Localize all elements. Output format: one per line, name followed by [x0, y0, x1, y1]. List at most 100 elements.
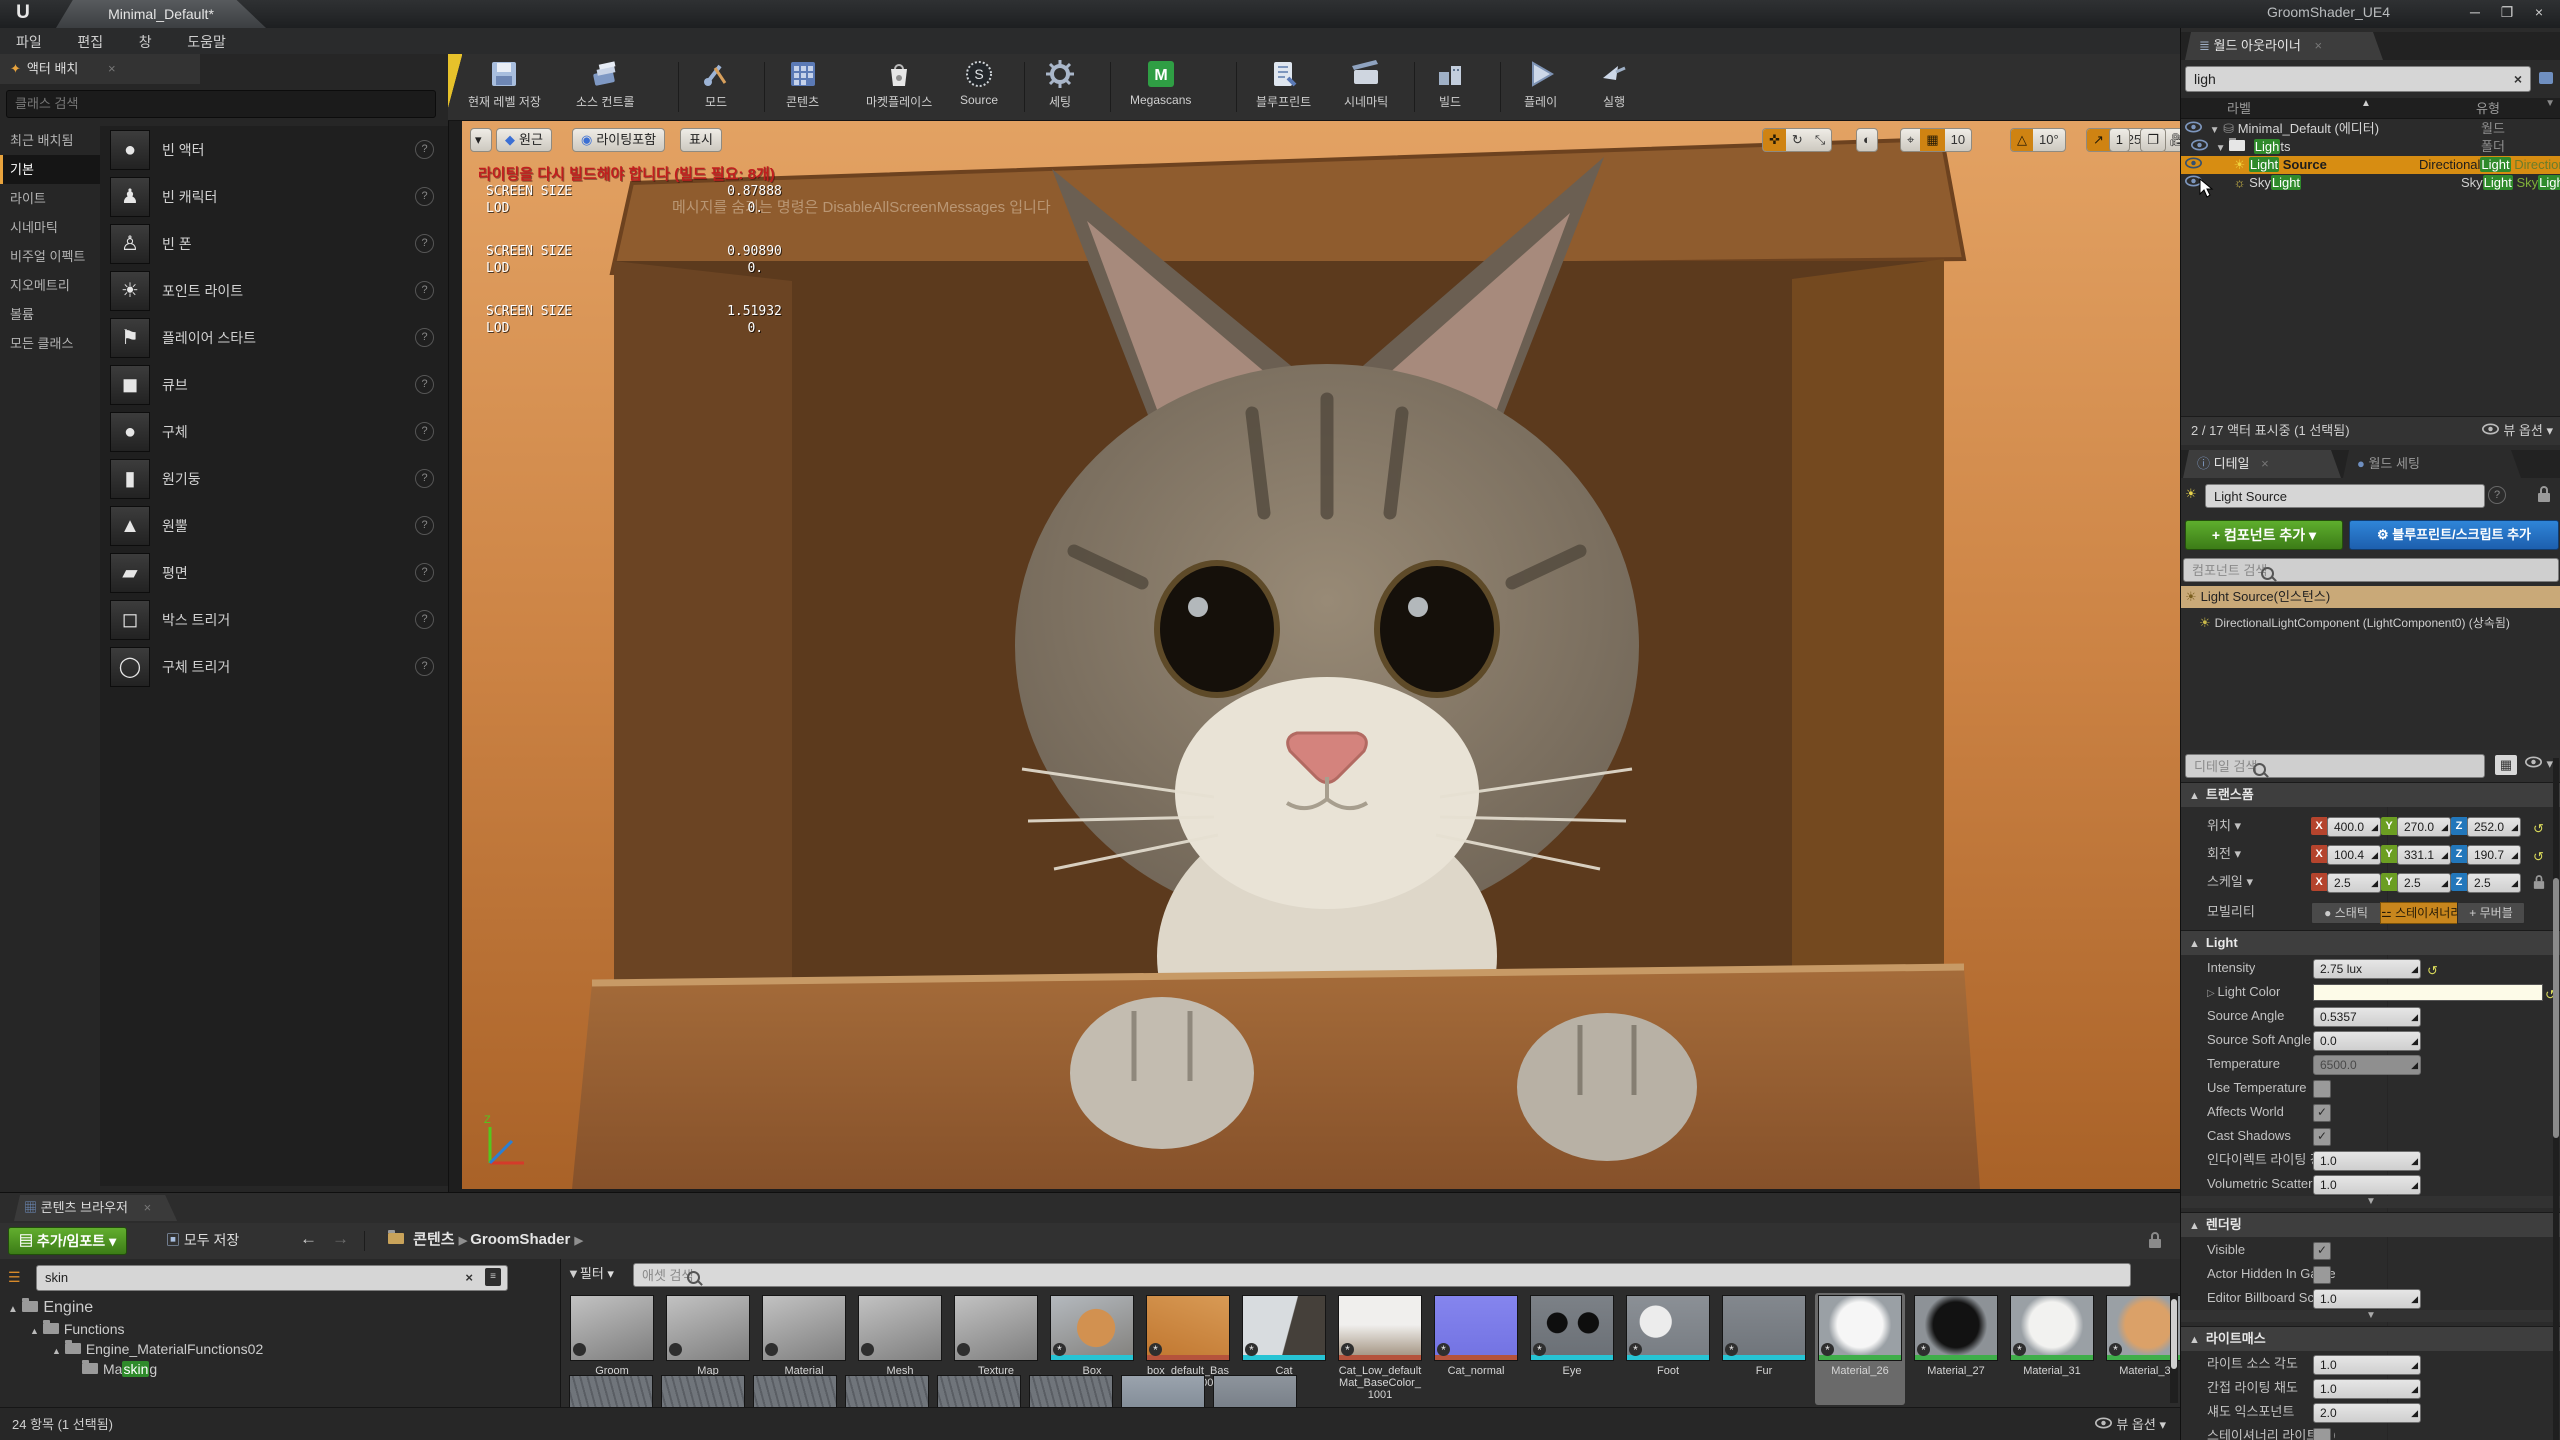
class-search-input[interactable]: 클래스 검색 — [6, 90, 436, 118]
actor-list-item[interactable]: ▰ 평면 ? — [100, 549, 448, 596]
cinematics-button[interactable]: 시네마틱 — [1344, 58, 1388, 110]
megascans-button[interactable]: M Megascans — [1130, 58, 1191, 107]
close-tab-icon[interactable]: × — [144, 1200, 152, 1215]
cast-shadows-checkbox[interactable]: ✓ — [2313, 1128, 2331, 1146]
sources-toggle-icon[interactable]: ☰ — [8, 1269, 21, 1286]
intensity-input[interactable]: 2.75 lux◢ — [2313, 959, 2421, 979]
actor-list-item[interactable]: ◻ 박스 트리거 ? — [100, 596, 448, 643]
outliner-view-options[interactable]: 뷰 옵션 ▾ — [2478, 417, 2553, 445]
settings-button[interactable]: 세팅 — [1044, 58, 1076, 110]
modes-button[interactable]: 모드 — [700, 58, 732, 110]
menu-window[interactable]: 창 — [123, 28, 168, 56]
outliner-row-skylight[interactable]: ☼ SkyLight SkyLight SkyLight — [2181, 174, 2560, 192]
visible-checkbox[interactable]: ✓ — [2313, 1242, 2331, 1260]
close-tab-icon[interactable]: × — [2314, 38, 2322, 53]
actor-list-item[interactable]: ● 빈 액터 ? — [100, 126, 448, 173]
shadow-exponent-input[interactable]: 2.0◢ — [2313, 1403, 2421, 1423]
marketplace-button[interactable]: 마켓플레이스 — [866, 58, 932, 110]
rotation-y-input[interactable]: 331.1◢ — [2397, 845, 2451, 865]
angle-snap-value[interactable]: 10° — [2033, 129, 2065, 151]
actor-category[interactable]: 모든 클래스 — [0, 329, 100, 358]
location-label[interactable]: 위치 ▾ — [2207, 814, 2241, 838]
breadcrumb-root[interactable]: 콘텐츠 — [413, 1231, 454, 1248]
asset-thumbnail-partial[interactable] — [1213, 1375, 1297, 1407]
filters-button[interactable]: ▼필터 ▾ — [567, 1263, 614, 1287]
help-icon[interactable]: ? — [2488, 486, 2506, 504]
breadcrumb-folder[interactable]: GroomShader — [470, 1231, 570, 1248]
outliner-row-light-source[interactable]: ☀ Light Source DirectionalLight Directio… — [2181, 156, 2560, 174]
scale-x-input[interactable]: 2.5◢ — [2327, 873, 2381, 893]
stationary-light-checkbox[interactable] — [2313, 1428, 2331, 1440]
back-button[interactable]: ← — [300, 1229, 317, 1249]
launch-button[interactable]: 실행 — [1598, 58, 1630, 110]
tree-item-functions[interactable]: ▲ Functions — [30, 1321, 125, 1337]
asset-thumbnail-partial[interactable] — [937, 1375, 1021, 1407]
actor-category[interactable]: 지오메트리 — [0, 271, 100, 300]
rotation-label[interactable]: 회전 ▾ — [2207, 842, 2241, 866]
viewport-options-dropdown[interactable]: ▾ — [470, 128, 492, 152]
visibility-eye-icon[interactable] — [2191, 139, 2208, 151]
grid-snap-button[interactable]: ▦ — [1920, 129, 1944, 151]
display-filter-dropdown[interactable]: ▾ — [2521, 756, 2553, 772]
mobility-stationary-button[interactable]: ⚍ 스테이셔너리 — [2380, 902, 2458, 924]
actor-list-item[interactable]: ▮ 원기둥 ? — [100, 455, 448, 502]
menu-edit[interactable]: 편집 — [61, 28, 119, 56]
asset-tile[interactable]: * Foot — [1623, 1293, 1713, 1405]
cb-view-options[interactable]: 뷰 옵션 ▾ — [2091, 1408, 2166, 1440]
view-mode-button[interactable]: ◉라이팅포함 — [572, 128, 665, 152]
expand-section-chevron[interactable]: ▼ — [2181, 1310, 2560, 1322]
menu-help[interactable]: 도움말 — [171, 28, 242, 56]
asset-tile[interactable]: * Material_31 — [2007, 1293, 2097, 1405]
details-scrollbar[interactable] — [2553, 758, 2559, 1440]
maximize-viewport-button[interactable]: ❐ — [2140, 128, 2166, 152]
actor-list-item[interactable]: ▲ 원뿔 ? — [100, 502, 448, 549]
component-instance-row[interactable]: ☀Light Source(인스턴스) — [2181, 586, 2560, 608]
scale-lock-icon[interactable] — [2533, 874, 2545, 890]
assets-scrollbar[interactable] — [2170, 1293, 2178, 1403]
filter-caret-icon[interactable]: ▼ — [2545, 98, 2555, 109]
scale-snap-button[interactable]: ↗ — [2087, 129, 2110, 151]
location-z-input[interactable]: 252.0◢ — [2467, 817, 2521, 837]
world-local-toggle[interactable]: ◐ — [1856, 128, 1878, 152]
transform-section-header[interactable]: ▲트랜스폼 — [2181, 782, 2560, 807]
visibility-eye-icon[interactable] — [2185, 121, 2202, 133]
actor-list-item[interactable]: ● 구체 ? — [100, 408, 448, 455]
asset-thumbnail-partial[interactable] — [569, 1375, 653, 1407]
place-actors-tab[interactable]: ✦액터 배치 × — [0, 54, 200, 84]
location-x-input[interactable]: 400.0◢ — [2327, 817, 2381, 837]
asset-tile[interactable]: * Material_26 — [1815, 1293, 1905, 1405]
show-button[interactable]: 표시 — [680, 128, 722, 152]
add-component-button[interactable]: + 컴포넌트 추가 ▾ — [2185, 520, 2343, 550]
tree-item-engine[interactable]: ▲ Engine — [8, 1299, 93, 1317]
asset-tile[interactable]: * Eye — [1527, 1293, 1617, 1405]
viewport-3d[interactable]: ▾ ◆원근 ◉라이팅포함 표시 ✜ ↻ ⤡ ◐ ⌖ ▦ 10 △ 10° ↗ 0… — [462, 121, 2180, 1189]
save-level-button[interactable]: 현재 레벨 저장 — [468, 58, 541, 110]
visibility-eye-icon[interactable] — [2185, 157, 2202, 169]
volumetric-input[interactable]: 1.0◢ — [2313, 1175, 2421, 1195]
actor-category[interactable]: 최근 배치됨 — [0, 126, 100, 155]
menu-file[interactable]: 파일 — [0, 28, 58, 56]
actor-category[interactable]: 라이트 — [0, 184, 100, 213]
new-folder-icon[interactable] — [2539, 72, 2553, 84]
scale-z-input[interactable]: 2.5◢ — [2467, 873, 2521, 893]
expand-caret[interactable]: ▼ — [2210, 125, 2220, 136]
close-tab-icon[interactable]: × — [108, 61, 116, 76]
actor-list-item[interactable]: ♟ 빈 캐릭터 ? — [100, 173, 448, 220]
forward-button[interactable]: → — [332, 1229, 349, 1249]
camera-speed-value[interactable]: 1 — [2109, 128, 2130, 152]
lightmass-source-angle-input[interactable]: 1.0◢ — [2313, 1355, 2421, 1375]
rotate-tool-button[interactable]: ↻ — [1786, 129, 1809, 151]
grid-snap-value[interactable]: 10 — [1945, 129, 1971, 151]
reset-rotation-icon[interactable]: ↺ — [2533, 845, 2544, 869]
outliner-row-lights-folder[interactable]: ▼ Lights 폴더 — [2181, 138, 2560, 156]
surface-snap-button[interactable]: ⌖ — [1901, 129, 1920, 151]
tree-item-masking[interactable]: Masking — [82, 1361, 157, 1377]
affects-world-checkbox[interactable]: ✓ — [2313, 1104, 2331, 1122]
maximize-button[interactable]: ❐ — [2494, 2, 2520, 22]
filter-list-icon[interactable]: ≡ — [485, 1268, 501, 1286]
details-search-input[interactable]: 디테일 검색 — [2185, 754, 2485, 778]
actor-category[interactable]: 비주얼 이펙트 — [0, 242, 100, 271]
lock-icon[interactable] — [2148, 1231, 2162, 1249]
outliner-row-world[interactable]: ▼ ⛁ Minimal_Default (에디터) 월드 — [2181, 120, 2560, 138]
build-button[interactable]: 빌드 — [1434, 58, 1466, 110]
